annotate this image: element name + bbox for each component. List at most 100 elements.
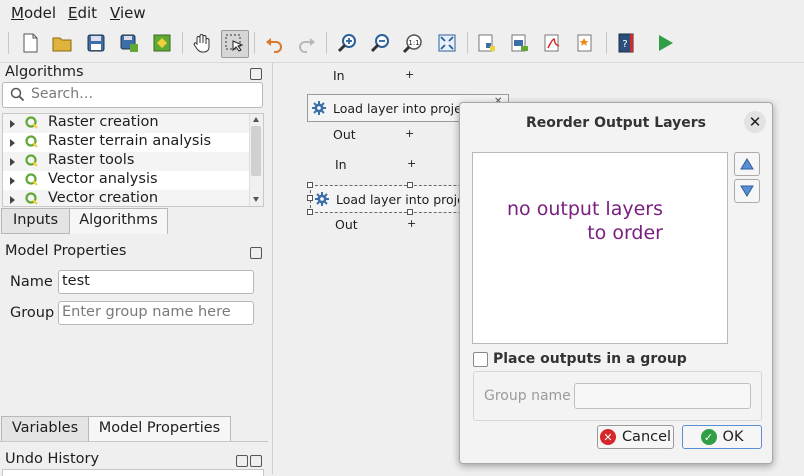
undo-icon[interactable]: [261, 30, 287, 56]
resize-handle[interactable]: [307, 209, 313, 215]
dialog-title: Reorder Output Layers: [525, 115, 706, 131]
resize-handle[interactable]: [407, 209, 413, 215]
float-panel-icon[interactable]: [250, 247, 262, 259]
zoom-full-icon[interactable]: [434, 30, 460, 56]
export-pdf-icon[interactable]: [540, 30, 566, 56]
expand-arrow-icon[interactable]: [10, 196, 15, 204]
tree-item[interactable]: Raster terrain analysis: [3, 133, 249, 152]
new-model-icon[interactable]: [17, 30, 43, 56]
output-layers-list[interactable]: no output layers to order: [472, 152, 728, 344]
node-label: Load layer into project: [336, 192, 477, 207]
expand-arrow-icon[interactable]: [10, 139, 15, 147]
resize-handle[interactable]: [407, 182, 413, 188]
save-icon[interactable]: [83, 30, 109, 56]
port-in-label: In: [333, 68, 345, 83]
float-panel-icon[interactable]: [236, 455, 248, 467]
algorithm-search-input[interactable]: Search…: [2, 82, 263, 108]
qgis-icon: [25, 116, 38, 129]
qgis-icon: [25, 192, 38, 205]
tree-item[interactable]: Vector creation: [3, 190, 249, 206]
toolbar: 1:1 ?: [0, 24, 804, 63]
expand-port-icon[interactable]: +: [405, 127, 414, 140]
export-image2-icon[interactable]: [573, 30, 599, 56]
arrow-down-icon: [740, 185, 754, 197]
export-image-icon[interactable]: [149, 30, 175, 56]
expand-port-icon[interactable]: +: [407, 157, 416, 170]
move-down-button[interactable]: [734, 179, 760, 203]
tree-item-label: Raster tools: [48, 152, 135, 168]
group-name-input[interactable]: [574, 383, 751, 409]
tree-item[interactable]: Raster creation: [3, 114, 249, 133]
scrollbar-thumb[interactable]: [251, 126, 261, 176]
model-name-input[interactable]: test: [58, 270, 254, 294]
ok-button[interactable]: ✓ OK: [682, 425, 762, 449]
toolbar-separator: [467, 32, 468, 54]
tree-item-label: Vector analysis: [48, 171, 158, 187]
place-in-group-label[interactable]: Place outputs in a group: [493, 351, 687, 367]
gear-icon: [315, 192, 329, 206]
menu-edit-label: dit: [77, 4, 98, 22]
menu-view[interactable]: View: [110, 4, 146, 22]
expand-arrow-icon[interactable]: [10, 120, 15, 128]
toolbar-separator: [606, 32, 607, 54]
expand-arrow-icon[interactable]: [10, 177, 15, 185]
save-as-icon[interactable]: [116, 30, 142, 56]
group-name-box: Group name: [473, 371, 762, 421]
algorithm-tree: Raster creation Raster terrain analysis …: [2, 113, 264, 207]
zoom-in-icon[interactable]: [334, 30, 360, 56]
group-name-label: Group name: [484, 388, 571, 404]
tree-item[interactable]: Raster tools: [3, 152, 249, 171]
pan-hand-icon[interactable]: [189, 30, 215, 56]
reorder-output-layers-dialog: Reorder Output Layers ✕ no output layers…: [459, 102, 773, 464]
redo-icon[interactable]: [294, 30, 320, 56]
zoom-out-icon[interactable]: [367, 30, 393, 56]
close-icon[interactable]: ✕: [744, 111, 766, 133]
qgis-icon: [25, 135, 38, 148]
menu-view-mnemonic: V: [110, 4, 120, 22]
empty-message-line2: to order: [587, 222, 663, 244]
menu-view-label: iew: [119, 4, 146, 22]
tree-item-label: Vector creation: [48, 190, 159, 206]
empty-message-line1: no output layers: [507, 198, 663, 220]
scroll-up-icon[interactable]: [253, 117, 259, 122]
place-in-group-checkbox[interactable]: [473, 352, 488, 367]
svg-text:?: ?: [622, 39, 627, 50]
algorithms-panel-title: Algorithms: [5, 64, 84, 80]
menu-model-mnemonic: M: [11, 4, 24, 22]
scroll-down-icon[interactable]: [253, 197, 259, 202]
tab-algorithms[interactable]: Algorithms: [69, 208, 168, 234]
search-placeholder: Search…: [31, 86, 94, 102]
model-group-input[interactable]: Enter group name here: [58, 301, 254, 325]
tab-inputs[interactable]: Inputs: [1, 208, 70, 234]
left-panel: Algorithms Search… Raster creation Raste…: [0, 63, 268, 476]
select-icon[interactable]: [221, 30, 249, 58]
tree-item[interactable]: Vector analysis: [3, 171, 249, 190]
menu-edit[interactable]: Edit: [68, 4, 97, 22]
expand-port-icon[interactable]: +: [407, 217, 416, 230]
zoom-actual-icon[interactable]: 1:1: [400, 30, 426, 56]
tree-item-label: Raster terrain analysis: [48, 133, 212, 149]
export-python-icon[interactable]: [474, 30, 500, 56]
resize-handle[interactable]: [307, 195, 313, 201]
open-model-icon[interactable]: [49, 30, 75, 56]
toolbar-separator: [326, 32, 327, 54]
tab-model-properties[interactable]: Model Properties: [88, 416, 231, 442]
gear-icon: [312, 101, 326, 115]
cancel-icon: ✕: [599, 429, 616, 445]
resize-handle[interactable]: [307, 182, 313, 188]
float-panel-icon[interactable]: [250, 68, 262, 80]
export-svg-icon[interactable]: [507, 30, 533, 56]
ok-check-icon: ✓: [700, 429, 717, 445]
menu-model-label: odel: [23, 4, 57, 22]
close-panel-icon[interactable]: [250, 455, 262, 467]
tab-variables[interactable]: Variables: [1, 416, 89, 442]
run-icon[interactable]: [652, 30, 678, 56]
help-icon[interactable]: ?: [613, 30, 639, 56]
expand-port-icon[interactable]: +: [405, 68, 414, 81]
port-in-label: In: [335, 157, 347, 172]
cancel-button[interactable]: ✕ Cancel: [597, 425, 674, 449]
tree-scrollbar[interactable]: [249, 114, 263, 206]
move-up-button[interactable]: [734, 152, 760, 176]
menu-model[interactable]: Model: [11, 4, 56, 22]
expand-arrow-icon[interactable]: [10, 158, 15, 166]
